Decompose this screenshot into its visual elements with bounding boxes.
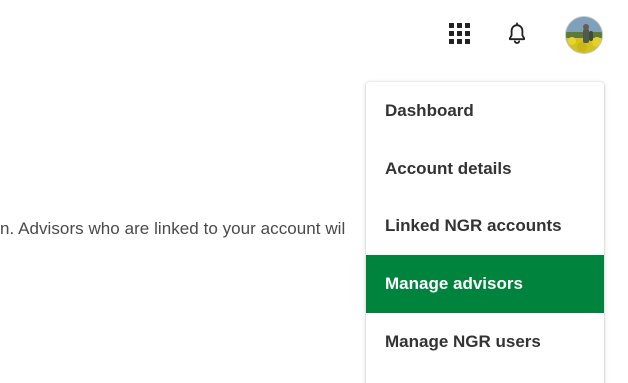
advisors-info-text: n. Advisors who are linked to your accou… [0,219,346,238]
avatar-photo [566,17,602,53]
apps-dot [465,39,470,44]
apps-dot [465,23,470,28]
apps-grid-icon[interactable] [449,23,473,47]
apps-dot [449,39,454,44]
menu-item-dashboard[interactable]: Dashboard [366,82,604,140]
bell-icon[interactable] [506,22,528,46]
menu-item-manage-advisors[interactable]: Manage advisors [366,255,604,313]
menu-item-manage-ngr-users[interactable]: Manage NGR users [366,313,604,371]
bell-icon-svg [509,22,525,44]
account-dropdown-menu: Dashboard Account details Linked NGR acc… [366,82,604,383]
apps-dot [449,23,454,28]
apps-dot [449,31,454,36]
apps-dot [457,31,462,36]
user-avatar[interactable] [565,16,603,54]
menu-item-account-details[interactable]: Account details [366,140,604,198]
apps-dot [457,23,462,28]
page: n. Advisors who are linked to your accou… [0,0,628,383]
menu-item-linked-ngr-accounts[interactable]: Linked NGR accounts [366,197,604,255]
apps-dot [465,31,470,36]
apps-dot [457,39,462,44]
